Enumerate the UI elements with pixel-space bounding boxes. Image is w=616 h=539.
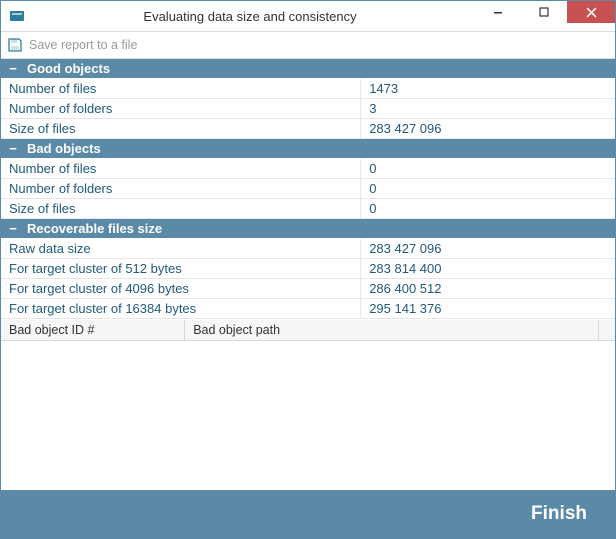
column-header-spacer: [599, 320, 615, 340]
column-header-path[interactable]: Bad object path: [185, 320, 599, 340]
row-value: 0: [360, 179, 615, 198]
row-bad-folders: Number of folders 0: [1, 179, 615, 199]
row-value: 283 427 096: [360, 239, 615, 258]
row-label: Number of files: [1, 79, 360, 98]
column-header-id[interactable]: Bad object ID #: [1, 320, 185, 340]
row-good-folders: Number of folders 3: [1, 99, 615, 119]
save-icon[interactable]: [7, 37, 23, 53]
row-good-files: Number of files 1473: [1, 79, 615, 99]
row-bad-files: Number of files 0: [1, 159, 615, 179]
collapse-icon: −: [7, 221, 19, 236]
bad-objects-grid-header: Bad object ID # Bad object path: [1, 319, 615, 341]
content-area: − Good objects Number of files 1473 Numb…: [1, 59, 615, 490]
row-value: 283 814 400: [360, 259, 615, 278]
close-button[interactable]: [567, 1, 615, 23]
collapse-icon: −: [7, 61, 19, 76]
row-cluster-4096: For target cluster of 4096 bytes 286 400…: [1, 279, 615, 299]
row-value: 286 400 512: [360, 279, 615, 298]
row-label: Size of files: [1, 119, 360, 138]
row-label: For target cluster of 512 bytes: [1, 259, 360, 278]
toolbar: Save report to a file: [1, 31, 615, 59]
section-header-recoverable[interactable]: − Recoverable files size: [1, 219, 615, 239]
maximize-button[interactable]: [521, 1, 567, 23]
row-label: For target cluster of 16384 bytes: [1, 299, 360, 318]
row-label: For target cluster of 4096 bytes: [1, 279, 360, 298]
row-label: Raw data size: [1, 239, 360, 258]
row-label: Number of folders: [1, 99, 360, 118]
row-raw-size: Raw data size 283 427 096: [1, 239, 615, 259]
row-value: 283 427 096: [360, 119, 615, 138]
row-value: 0: [360, 199, 615, 218]
window-controls: [475, 1, 615, 31]
row-label: Number of files: [1, 159, 360, 178]
window-title: Evaluating data size and consistency: [25, 9, 475, 24]
row-bad-size: Size of files 0: [1, 199, 615, 219]
minimize-button[interactable]: [475, 1, 521, 23]
titlebar: Evaluating data size and consistency: [1, 1, 615, 31]
row-value: 295 141 376: [360, 299, 615, 318]
row-value: 0: [360, 159, 615, 178]
row-label: Size of files: [1, 199, 360, 218]
row-cluster-16384: For target cluster of 16384 bytes 295 14…: [1, 299, 615, 319]
row-good-size: Size of files 283 427 096: [1, 119, 615, 139]
row-value: 1473: [360, 79, 615, 98]
dialog-window: Evaluating data size and consistency Sav…: [0, 0, 616, 539]
section-title: Good objects: [27, 61, 110, 76]
section-header-bad[interactable]: − Bad objects: [1, 139, 615, 159]
row-value: 3: [360, 99, 615, 118]
section-title: Recoverable files size: [27, 221, 162, 236]
app-icon: [9, 8, 25, 24]
section-header-good[interactable]: − Good objects: [1, 59, 615, 79]
section-title: Bad objects: [27, 141, 101, 156]
save-report-button[interactable]: Save report to a file: [29, 38, 137, 52]
bad-objects-grid-body: [1, 341, 615, 490]
footer-bar: Finish: [1, 490, 615, 538]
row-cluster-512: For target cluster of 512 bytes 283 814 …: [1, 259, 615, 279]
finish-button[interactable]: Finish: [531, 503, 587, 525]
collapse-icon: −: [7, 141, 19, 156]
row-label: Number of folders: [1, 179, 360, 198]
